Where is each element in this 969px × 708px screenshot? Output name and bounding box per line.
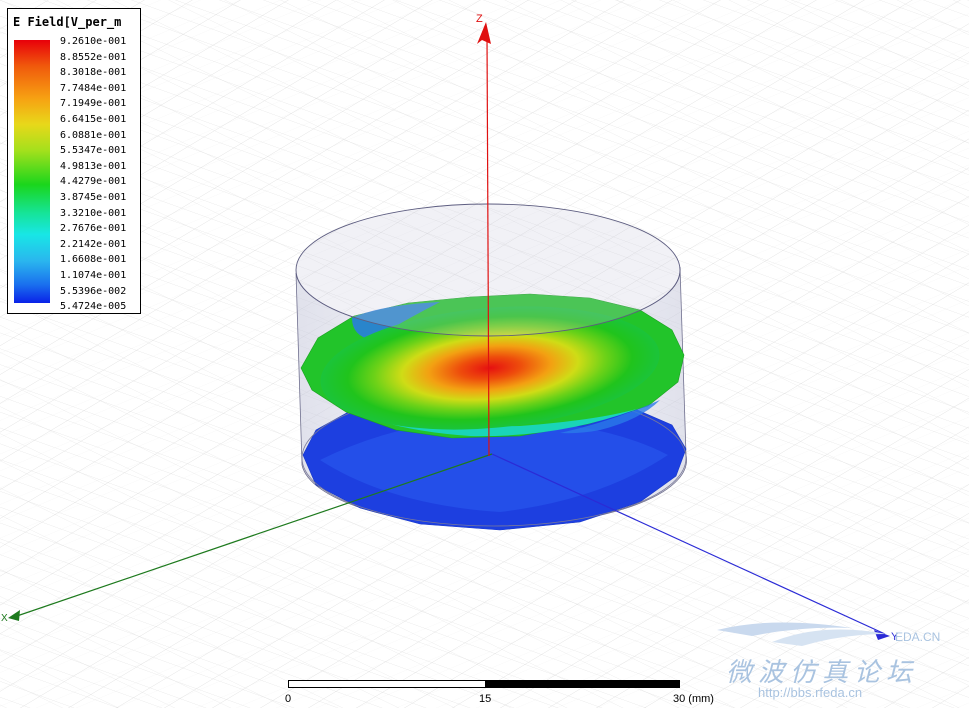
- legend-value: 6.6415e-001: [60, 114, 127, 125]
- legend-color-bar: [14, 40, 50, 303]
- legend-value: 8.3018e-001: [60, 67, 127, 79]
- watermark-chinese: 微波仿真论坛: [726, 657, 919, 687]
- x-axis-label: X: [1, 613, 8, 624]
- watermark-url: http://bbs.rfeda.cn: [758, 685, 863, 700]
- scale-bar: [288, 680, 680, 688]
- scale-label-mid: 15: [479, 693, 492, 705]
- legend-value: 6.0881e-001: [60, 129, 127, 141]
- legend-value: 2.7676e-001: [60, 223, 127, 235]
- legend-value: 9.2610e-001: [60, 36, 127, 47]
- scale-label-start: 0: [285, 693, 292, 705]
- watermark-brand: EDA.CN: [895, 630, 941, 644]
- legend-value: 3.3210e-001: [60, 207, 127, 219]
- legend-value: 5.5347e-001: [60, 145, 127, 157]
- scale-bar-segment: [485, 681, 680, 687]
- legend-value: 3.8745e-001: [60, 192, 127, 203]
- legend-value: 7.7484e-001: [60, 82, 127, 94]
- legend-value: 8.8552e-001: [60, 51, 127, 63]
- scale-label-end: 30 (mm): [673, 693, 714, 705]
- legend-value: 1.6608e-001: [60, 254, 127, 266]
- field-legend[interactable]: E Field[V_per_m 9.2610e-001 8.8552e-001 …: [7, 8, 141, 314]
- legend-title: E Field[V_per_m: [13, 15, 122, 29]
- z-axis-label: Z: [476, 13, 483, 25]
- legend-value: 5.4724e-005: [60, 301, 127, 313]
- legend-value: 1.1074e-001: [60, 270, 127, 281]
- legend-value: 4.4279e-001: [60, 176, 127, 188]
- watermark: EDA.CN 微波仿真论坛 http://bbs.rfeda.cn: [712, 612, 962, 704]
- legend-value: 5.5396e-002: [60, 285, 127, 297]
- legend-value: 2.2142e-001: [60, 238, 127, 250]
- legend-value: 4.9813e-001: [60, 160, 127, 172]
- 3d-viewport[interactable]: Z X Y: [0, 0, 969, 708]
- legend-value: 7.1949e-001: [60, 98, 127, 110]
